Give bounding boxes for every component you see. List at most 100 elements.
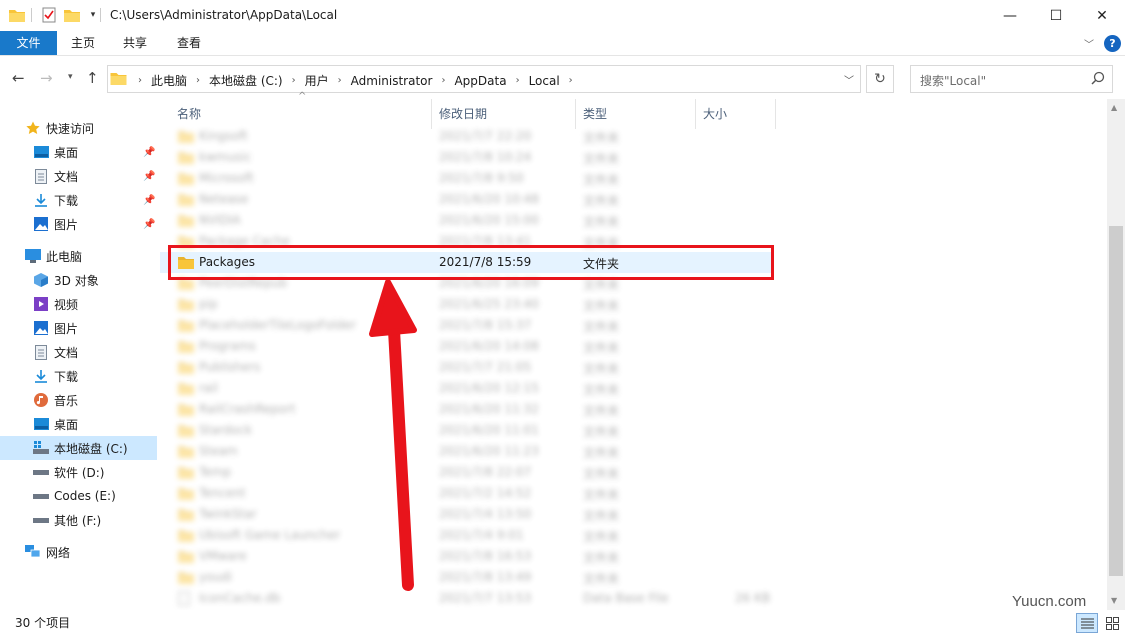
column-header-date[interactable]: 修改日期: [432, 99, 576, 129]
sidebar-item-quick-access[interactable]: 快速访问: [0, 116, 157, 140]
sidebar-item-this-pc[interactable]: 此电脑: [0, 244, 157, 268]
minimize-button[interactable]: —: [987, 0, 1033, 31]
breadcrumb-users[interactable]: 用户: [305, 72, 329, 89]
column-header-type[interactable]: 类型: [576, 99, 696, 129]
file-row[interactable]: Programs 2021/6/20 14:08 文件夹: [160, 336, 772, 357]
sidebar-item-music[interactable]: 音乐: [0, 388, 157, 412]
file-date: 2021/7/8 9:50: [439, 171, 524, 185]
sidebar-item-label: 文档: [54, 345, 79, 360]
sidebar-item-documents[interactable]: 文档: [0, 340, 157, 364]
pin-icon[interactable]: 📌: [143, 219, 155, 230]
maximize-button[interactable]: ☐: [1033, 0, 1079, 31]
chevron-right-icon[interactable]: ›: [292, 75, 296, 86]
sidebar-item-label: 桌面: [54, 145, 79, 160]
chevron-right-icon[interactable]: ›: [516, 75, 520, 86]
details-view-icon[interactable]: [1076, 613, 1098, 633]
sidebar-item-label: 下载: [54, 193, 79, 208]
properties-icon[interactable]: [40, 6, 58, 24]
sidebar-item-videos[interactable]: 视频: [0, 292, 157, 316]
breadcrumb-appdata[interactable]: AppData: [454, 74, 506, 88]
file-row[interactable]: rail 2021/6/20 12:15 文件夹: [160, 378, 772, 399]
sidebar-item-label: 图片: [54, 321, 79, 336]
refresh-button[interactable]: ↻: [866, 65, 894, 93]
file-name: Temp: [199, 465, 231, 479]
breadcrumb-this-pc[interactable]: 此电脑: [151, 72, 187, 89]
file-date: 2021/7/4 13:50: [439, 507, 532, 521]
file-row[interactable]: NVIDIA 2021/6/20 15:00 文件夹: [160, 210, 772, 231]
file-row[interactable]: Publishers 2021/7/7 21:05 文件夹: [160, 357, 772, 378]
pin-icon[interactable]: 📌: [143, 195, 155, 206]
address-bar[interactable]: › 此电脑 › 本地磁盘 (C:) › 用户 › Administrator ›…: [107, 65, 861, 93]
breadcrumb-administrator[interactable]: Administrator: [351, 74, 433, 88]
file-date: 2021/6/25 23:40: [439, 297, 539, 311]
help-icon[interactable]: ?: [1104, 35, 1121, 52]
file-type: 文件夹: [583, 572, 620, 586]
chevron-right-icon[interactable]: ›: [441, 75, 445, 86]
file-row[interactable]: Microsoft 2021/7/8 9:50 文件夹: [160, 168, 772, 189]
tab-view[interactable]: 查看: [168, 31, 210, 55]
scroll-up-icon[interactable]: ▲: [1111, 103, 1117, 112]
scroll-down-icon[interactable]: ▼: [1111, 596, 1117, 605]
chevron-right-icon[interactable]: ›: [569, 75, 573, 86]
back-arrow-icon[interactable]: ←: [12, 69, 25, 87]
column-header-name[interactable]: 名称: [160, 99, 432, 129]
tab-home[interactable]: 主页: [62, 31, 104, 55]
sidebar-item-3d-objects[interactable]: 3D 对象: [0, 268, 157, 292]
breadcrumb-drive-c[interactable]: 本地磁盘 (C:): [209, 72, 283, 89]
scrollbar-thumb[interactable]: [1109, 226, 1123, 576]
up-arrow-icon[interactable]: ↑: [86, 69, 99, 87]
recent-locations-icon[interactable]: ▾: [68, 72, 73, 82]
file-row[interactable]: RailCrashReport 2021/6/20 11:32 文件夹: [160, 399, 772, 420]
file-name: Kingsoft: [199, 129, 248, 143]
sidebar-item-drive-d[interactable]: 软件 (D:): [0, 460, 157, 484]
file-row[interactable]: TwinkStar 2021/7/4 13:50 文件夹: [160, 504, 772, 525]
tab-share[interactable]: 共享: [114, 31, 156, 55]
chevron-right-icon[interactable]: ›: [196, 75, 200, 86]
folder-icon[interactable]: [8, 6, 26, 24]
breadcrumb-local[interactable]: Local: [529, 74, 560, 88]
pin-icon[interactable]: 📌: [143, 171, 155, 182]
file-row[interactable]: Tencent 2021/7/2 14:52 文件夹: [160, 483, 772, 504]
file-row[interactable]: PlaceholderTileLogoFolder 2021/7/8 15:37 文…: [160, 315, 772, 336]
sidebar-item-downloads[interactable]: 下载: [0, 364, 157, 388]
sidebar-item-qa-desktop[interactable]: 桌面 📌: [0, 140, 157, 164]
tab-file[interactable]: 文件: [0, 31, 57, 55]
file-row[interactable]: pip 2021/6/25 23:40 文件夹: [160, 294, 772, 315]
sidebar-item-network[interactable]: 网络: [0, 540, 157, 564]
search-icon[interactable]: [1091, 71, 1105, 88]
sidebar-item-drive-e[interactable]: Codes (E:): [0, 484, 157, 508]
sidebar-item-pictures[interactable]: 图片: [0, 316, 157, 340]
sidebar-item-drive-f[interactable]: 其他 (F:): [0, 508, 157, 532]
sidebar-item-drive-c[interactable]: 本地磁盘 (C:): [0, 436, 157, 460]
file-row[interactable]: Steam 2021/6/20 11:23 文件夹: [160, 441, 772, 462]
file-row[interactable]: VMware 2021/7/8 16:53 文件夹: [160, 546, 772, 567]
file-row[interactable]: Ubisoft Game Launcher 2021/7/4 9:01 文件夹: [160, 525, 772, 546]
vertical-scrollbar[interactable]: ▲ ▼: [1107, 99, 1125, 610]
file-row[interactable]: Kingsoft 2021/7/7 22:20 文件夹: [160, 126, 772, 147]
large-icons-view-icon[interactable]: [1102, 613, 1122, 633]
file-row[interactable]: kwmusic 2021/7/8 10:24 文件夹: [160, 147, 772, 168]
new-folder-icon[interactable]: [63, 6, 81, 24]
expand-ribbon-icon[interactable]: ﹀: [1084, 36, 1094, 51]
sidebar-item-desktop[interactable]: 桌面: [0, 412, 157, 436]
file-date: 2021/7/8 16:53: [439, 549, 532, 563]
file-row[interactable]: youdi 2021/7/8 13:49 文件夹: [160, 567, 772, 588]
pin-icon[interactable]: 📌: [143, 147, 155, 158]
pictures-icon: [33, 216, 49, 232]
forward-arrow-icon[interactable]: →: [40, 69, 53, 87]
column-header-size[interactable]: 大小: [696, 99, 776, 129]
chevron-right-icon[interactable]: ›: [138, 75, 142, 86]
file-name: NVIDIA: [199, 213, 241, 227]
file-row[interactable]: Temp 2021/7/8 22:07 文件夹: [160, 462, 772, 483]
file-row[interactable]: Stardock 2021/6/20 11:01 文件夹: [160, 420, 772, 441]
sidebar-item-qa-documents[interactable]: 文档 📌: [0, 164, 157, 188]
file-type: 文件夹: [583, 551, 620, 565]
close-button[interactable]: ✕: [1079, 0, 1125, 31]
sidebar-item-qa-downloads[interactable]: 下载 📌: [0, 188, 157, 212]
search-input[interactable]: 搜索"Local": [910, 65, 1113, 93]
sidebar-item-qa-pictures[interactable]: 图片 📌: [0, 212, 157, 236]
file-row[interactable]: IconCache.db 2021/7/7 13:53 Data Base File…: [160, 588, 772, 609]
file-row[interactable]: Netease 2021/6/20 10:48 文件夹: [160, 189, 772, 210]
chevron-down-icon[interactable]: ﹀: [844, 72, 854, 87]
chevron-right-icon[interactable]: ›: [338, 75, 342, 86]
